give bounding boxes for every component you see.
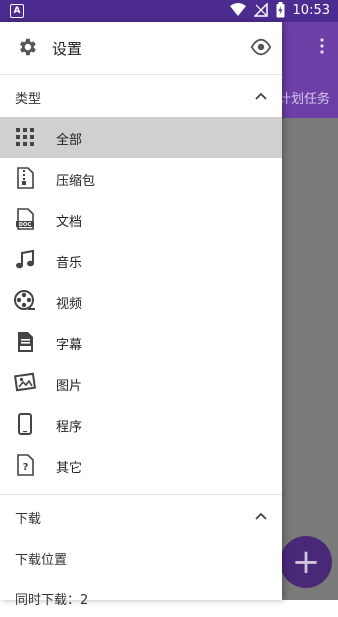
status-bar: A 10:53 [0,0,338,22]
concurrent-downloads-label: 同时下载：2 [15,593,89,608]
svg-text:?: ? [23,462,29,473]
grid-icon [16,128,34,146]
concurrent-downloads-item[interactable]: 同时下载：2 [0,577,282,617]
drawer-header: 设置 [0,22,282,75]
category-item-apps[interactable]: 程序 [0,404,282,445]
overflow-menu-icon[interactable] [320,38,324,54]
clock: 10:53 [292,2,330,18]
category-item-all[interactable]: 全部 [0,117,282,158]
category-item-label: 其它 [56,461,83,476]
category-section-label: 类型 [15,92,42,107]
navigation-drawer: 设置 类型 全部 压缩包 DOC 文档 音乐 视频 字幕 图片 程序 ? 其它 … [0,22,282,608]
notification-icon: A [10,4,24,18]
download-section-header[interactable]: 下载 [0,495,282,537]
doc-file-icon: DOC [16,208,34,230]
category-item-label: 压缩包 [56,174,96,189]
no-signal-icon [253,3,268,17]
subtitle-file-icon [18,332,33,352]
category-item-documents[interactable]: DOC 文档 [0,199,282,240]
phone-icon [18,413,32,435]
category-item-label: 全部 [56,133,83,148]
category-item-label: 文档 [56,215,83,230]
download-location-label: 下载位置 [15,553,68,568]
image-icon [14,372,36,392]
category-item-subtitles[interactable]: 字幕 [0,322,282,363]
category-item-music[interactable]: 音乐 [0,240,282,281]
category-item-label: 字幕 [56,338,83,353]
tab-scheduled-tasks[interactable]: 计划任务 [278,88,330,107]
download-section-label: 下载 [15,512,42,527]
gear-icon[interactable] [16,36,38,58]
settings-title[interactable]: 设置 [52,38,82,59]
category-item-label: 音乐 [56,256,83,271]
chevron-up-icon[interactable] [254,509,268,523]
wifi-icon [229,3,246,16]
zip-file-icon [17,167,34,189]
category-item-label: 图片 [56,379,83,394]
unknown-file-icon: ? [17,454,34,476]
eye-icon[interactable] [250,38,272,56]
music-note-icon [16,249,34,269]
film-reel-icon [14,290,35,310]
svg-text:DOC: DOC [19,222,32,228]
category-item-label: 程序 [56,420,83,435]
category-item-video[interactable]: 视频 [0,281,282,322]
chevron-up-icon[interactable] [254,89,268,103]
category-item-label: 视频 [56,297,83,312]
category-item-images[interactable]: 图片 [0,363,282,404]
battery-icon [276,2,285,18]
category-item-other[interactable]: ? 其它 [0,445,282,486]
download-location-item[interactable]: 下载位置 [0,537,282,577]
category-section-header[interactable]: 类型 [0,75,282,117]
add-fab-button[interactable]: + [280,536,332,588]
category-item-archive[interactable]: 压缩包 [0,158,282,199]
